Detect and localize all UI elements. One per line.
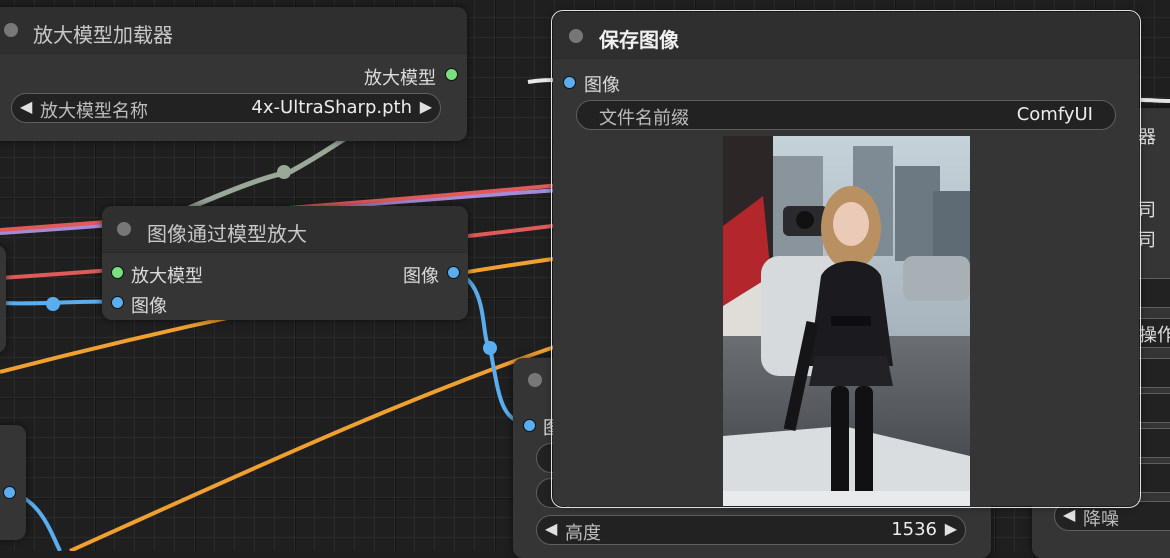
input-slot-image[interactable]	[111, 296, 124, 309]
collapse-dot-icon[interactable]	[528, 373, 542, 387]
widget-name: 文件名前缀	[599, 108, 689, 129]
input-slot-image[interactable]	[563, 76, 576, 89]
input-label-upscale-model: 放大模型	[131, 266, 203, 287]
widget-name: 降噪	[1083, 509, 1119, 530]
arrow-right-icon[interactable]: ▶	[420, 97, 432, 116]
collapse-dot-icon[interactable]	[569, 29, 583, 43]
output-slot-upscale-model[interactable]	[445, 68, 458, 81]
save-image-node[interactable]: 保存图像 图像 文件名前缀 ComfyUI	[551, 10, 1141, 508]
widget-name: 操作	[1139, 325, 1170, 346]
input-slot-image[interactable]	[523, 419, 536, 432]
preview-image[interactable]	[723, 136, 970, 506]
widget-value: 4x-UltraSharp.pth	[251, 97, 412, 118]
node-title-partial: 器	[1138, 127, 1156, 148]
collapse-dot-icon[interactable]	[4, 23, 18, 37]
widget-name: 放大模型名称	[40, 101, 148, 122]
node-title-bar[interactable]: 保存图像	[553, 12, 1139, 59]
widget-name: 高度	[565, 523, 601, 544]
filename-prefix-field[interactable]: 文件名前缀 ComfyUI	[576, 100, 1116, 130]
arrow-left-icon[interactable]: ◀	[1063, 505, 1075, 524]
node-title: 放大模型加载器	[33, 23, 173, 47]
image-upscale-with-model-node[interactable]: 图像通过模型放大 放大模型 图像 图像	[102, 206, 468, 320]
partial-node-left-2[interactable]	[0, 425, 26, 540]
node-title-bar[interactable]: 图像通过模型放大	[102, 206, 468, 253]
input-label-image: 图像	[131, 296, 167, 317]
arrow-left-icon[interactable]: ◀	[20, 97, 32, 116]
arrow-left-icon[interactable]: ◀	[545, 519, 557, 538]
node-title: 保存图像	[599, 28, 679, 52]
height-widget[interactable]: ◀ 高度 1536 ▶	[536, 515, 966, 545]
partial-node-left-1[interactable]	[0, 245, 6, 353]
node-title: 图像通过模型放大	[147, 222, 307, 246]
output-slot-image[interactable]	[447, 266, 460, 279]
upscale-model-loader-node[interactable]: 放大模型加载器 放大模型 ◀ 放大模型名称 4x-UltraSharp.pth …	[0, 7, 467, 141]
node-text-1: 司	[1138, 200, 1156, 221]
widget-value: 1536	[891, 519, 937, 540]
output-label-upscale-model: 放大模型	[364, 68, 436, 89]
input-slot-upscale-model[interactable]	[111, 266, 124, 279]
link-orange-2	[69, 343, 561, 551]
node-title-bar[interactable]: 放大模型加载器	[0, 7, 467, 54]
node-text-2: 司	[1138, 230, 1156, 251]
input-label-image: 图像	[584, 75, 620, 96]
upscale-model-name-combo[interactable]: ◀ 放大模型名称 4x-UltraSharp.pth ▶	[11, 93, 441, 123]
widget-value: ComfyUI	[1016, 104, 1093, 125]
output-slot[interactable]	[3, 486, 16, 499]
output-label-image: 图像	[403, 266, 439, 287]
arrow-right-icon[interactable]: ▶	[945, 519, 957, 538]
collapse-dot-icon[interactable]	[117, 222, 131, 236]
